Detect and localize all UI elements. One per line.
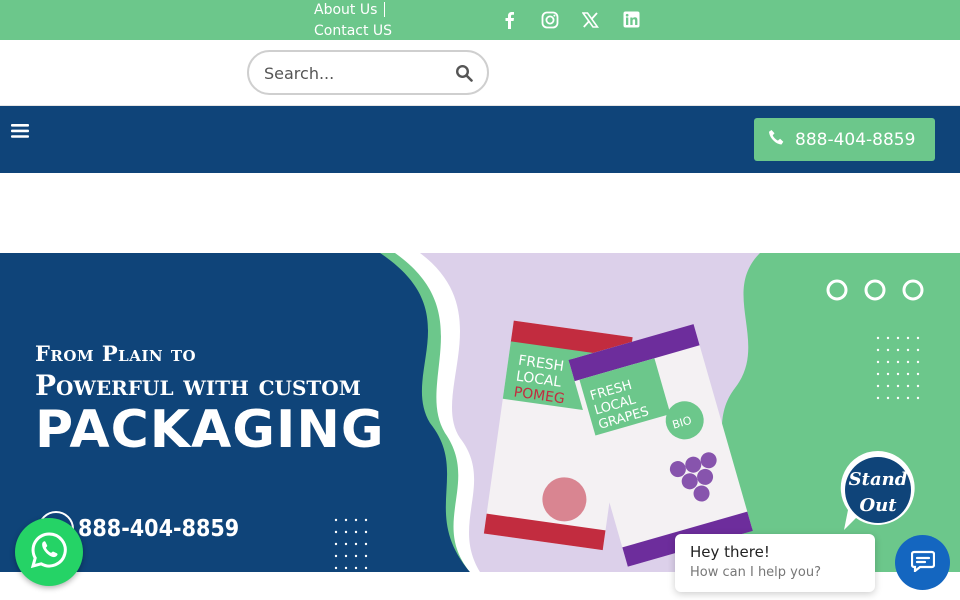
- instagram-icon[interactable]: [540, 10, 559, 29]
- search-row: [0, 40, 960, 106]
- top-bar: About Us Contact US: [0, 0, 960, 40]
- search-input[interactable]: [264, 61, 444, 85]
- x-icon[interactable]: [581, 10, 600, 29]
- main-navbar: 888-404-8859: [0, 106, 960, 173]
- facebook-icon[interactable]: [499, 10, 518, 29]
- whatsapp-button[interactable]: [15, 518, 83, 586]
- chat-icon: [910, 550, 935, 576]
- hero-line2: Powerful with custom: [35, 369, 361, 402]
- chat-greeting-bubble[interactable]: Hey there! How can I help you?: [675, 534, 875, 592]
- badge-line2: Out: [859, 495, 897, 516]
- phone-icon: [768, 129, 785, 151]
- hero-phone-number: 888-404-8859: [78, 516, 240, 542]
- chat-launcher-button[interactable]: [895, 535, 950, 590]
- hero-line3: PACKAGING: [35, 400, 385, 460]
- call-button[interactable]: 888-404-8859: [754, 118, 935, 161]
- social-links: [499, 10, 641, 29]
- search-icon[interactable]: [455, 64, 473, 82]
- chat-prompt: How can I help you?: [690, 565, 821, 580]
- hero-headline: From Plain to Powerful with custom PACKA…: [35, 341, 385, 458]
- hero-line1: From Plain to: [35, 341, 197, 366]
- badge-line1: Stand: [849, 469, 908, 490]
- whatsapp-icon: [30, 531, 68, 573]
- about-us-link[interactable]: About Us: [314, 0, 404, 21]
- contact-us-link[interactable]: Contact US: [314, 21, 404, 42]
- chat-greeting: Hey there!: [690, 543, 770, 561]
- linkedin-icon[interactable]: [622, 10, 641, 29]
- call-button-label: 888-404-8859: [795, 129, 916, 150]
- content-spacer: [0, 173, 960, 253]
- search-box: [247, 50, 489, 95]
- hamburger-menu-icon[interactable]: [11, 123, 29, 139]
- link-separator: [384, 2, 385, 17]
- top-links: About Us Contact US: [314, 0, 404, 42]
- hero-banner[interactable]: FRESH LOCAL POMEG FRESH LOCAL GRAPES BIO: [0, 253, 960, 572]
